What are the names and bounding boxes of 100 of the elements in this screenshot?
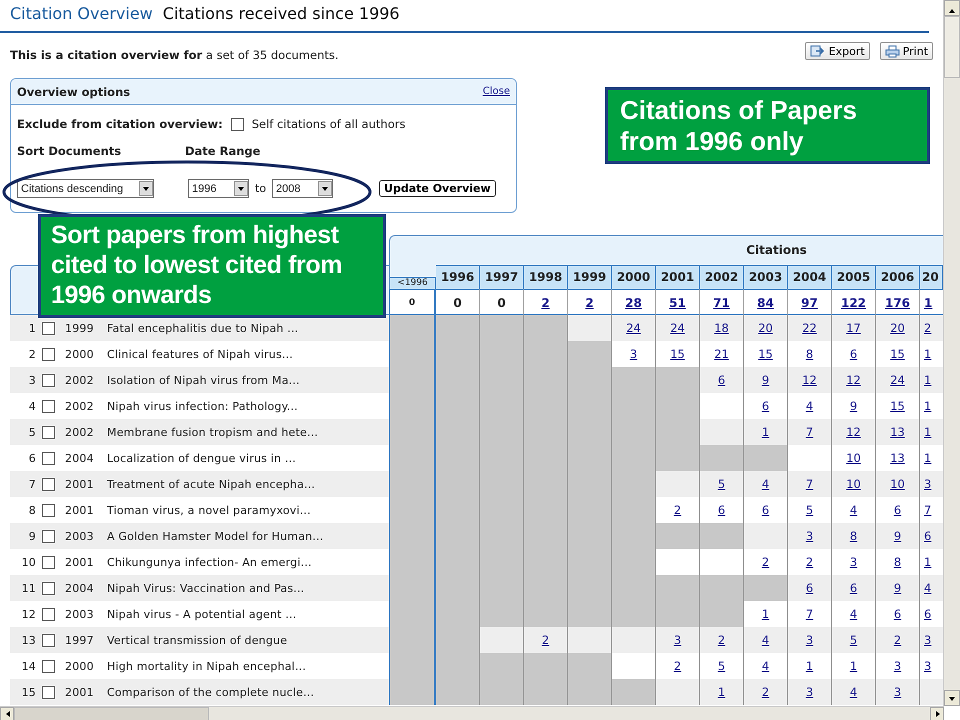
citation-count-link[interactable]: 9: [762, 373, 770, 387]
citation-count-link[interactable]: 1: [718, 685, 726, 699]
citation-count-link[interactable]: 2: [718, 633, 726, 647]
checkbox[interactable]: [42, 452, 55, 464]
total-link[interactable]: 2: [585, 296, 594, 310]
citation-count-link[interactable]: 3: [806, 685, 814, 699]
sort-dropdown[interactable]: Citations descending: [17, 179, 154, 198]
citation-count-link[interactable]: 2: [542, 633, 550, 647]
citation-count-link[interactable]: 3: [894, 685, 902, 699]
citation-count-link[interactable]: 20: [758, 321, 773, 335]
citation-count-link[interactable]: 6: [806, 581, 814, 595]
checkbox[interactable]: [42, 608, 55, 620]
citation-count-link[interactable]: 15: [758, 347, 773, 361]
citation-count-link[interactable]: 7: [806, 425, 814, 439]
citation-count-link[interactable]: 10: [846, 451, 861, 465]
citation-count-link[interactable]: 6: [762, 399, 770, 413]
citation-count-link[interactable]: 20: [890, 321, 905, 335]
citation-count-link[interactable]: 6: [894, 503, 902, 517]
citation-count-link[interactable]: 5: [718, 659, 726, 673]
citation-count-link[interactable]: 3: [674, 633, 682, 647]
citation-count-link[interactable]: 10: [846, 477, 861, 491]
citation-count-link[interactable]: 15: [890, 399, 905, 413]
citation-count-link[interactable]: 1: [924, 425, 932, 439]
scrollbar-thumb[interactable]: [14, 707, 209, 720]
citation-count-link[interactable]: 24: [626, 321, 641, 335]
citation-count-link[interactable]: 10: [890, 477, 905, 491]
citation-count-link[interactable]: 3: [630, 347, 638, 361]
citation-count-link[interactable]: 15: [890, 347, 905, 361]
citation-count-link[interactable]: 4: [850, 503, 858, 517]
citation-count-link[interactable]: 8: [806, 347, 814, 361]
citation-count-link[interactable]: 7: [806, 477, 814, 491]
citation-count-link[interactable]: 18: [714, 321, 729, 335]
citation-count-link[interactable]: 6: [718, 503, 726, 517]
citation-count-link[interactable]: 3: [850, 555, 858, 569]
citation-count-link[interactable]: 3: [806, 633, 814, 647]
update-overview-button[interactable]: Update Overview: [379, 180, 496, 197]
citation-count-link[interactable]: 5: [806, 503, 814, 517]
citation-count-link[interactable]: 1: [850, 659, 858, 673]
checkbox[interactable]: [230, 118, 244, 130]
citation-count-link[interactable]: 2: [806, 555, 814, 569]
citation-count-link[interactable]: 8: [850, 529, 858, 543]
checkbox[interactable]: [42, 686, 55, 698]
total-link[interactable]: 1: [924, 296, 932, 310]
citation-count-link[interactable]: 6: [850, 581, 858, 595]
citation-count-link[interactable]: 5: [850, 633, 858, 647]
citation-count-link[interactable]: 13: [890, 425, 905, 439]
citation-count-link[interactable]: 6: [894, 607, 902, 621]
checkbox[interactable]: [42, 556, 55, 568]
checkbox[interactable]: [42, 478, 55, 490]
scrollbar-thumb[interactable]: [944, 16, 960, 78]
citation-count-link[interactable]: 9: [850, 399, 858, 413]
checkbox[interactable]: [42, 660, 55, 672]
checkbox[interactable]: [42, 504, 55, 516]
citation-count-link[interactable]: 15: [670, 347, 685, 361]
citation-count-link[interactable]: 8: [894, 555, 902, 569]
citation-count-link[interactable]: 22: [802, 321, 817, 335]
citation-count-link[interactable]: 24: [670, 321, 685, 335]
checkbox[interactable]: [42, 374, 55, 386]
citation-count-link[interactable]: 6: [850, 347, 858, 361]
checkbox[interactable]: [42, 348, 55, 360]
citation-count-link[interactable]: 12: [846, 373, 861, 387]
citation-count-link[interactable]: 1: [924, 373, 932, 387]
citation-count-link[interactable]: 1: [806, 659, 814, 673]
vertical-scrollbar[interactable]: [943, 0, 960, 706]
export-button[interactable]: Export: [804, 42, 870, 60]
checkbox[interactable]: [42, 426, 55, 438]
citation-count-link[interactable]: 6: [924, 607, 932, 621]
to-year-dropdown[interactable]: 2008: [272, 179, 334, 198]
citation-count-link[interactable]: 6: [718, 373, 726, 387]
citation-count-link[interactable]: 4: [850, 685, 858, 699]
citation-count-link[interactable]: 4: [762, 633, 770, 647]
citation-count-link[interactable]: 1: [762, 425, 770, 439]
citation-count-link[interactable]: 12: [846, 425, 861, 439]
citation-count-link[interactable]: 1: [924, 347, 932, 361]
citation-count-link[interactable]: 2: [762, 555, 770, 569]
print-button[interactable]: Print: [880, 42, 934, 60]
citation-count-link[interactable]: 2: [924, 321, 932, 335]
citation-count-link[interactable]: 4: [762, 477, 770, 491]
citation-count-link[interactable]: 2: [894, 633, 902, 647]
citation-count-link[interactable]: 17: [846, 321, 861, 335]
citation-count-link[interactable]: 7: [806, 607, 814, 621]
citation-count-link[interactable]: 3: [806, 529, 814, 543]
total-link[interactable]: 2: [541, 296, 550, 310]
citation-count-link[interactable]: 1: [924, 555, 932, 569]
close-link[interactable]: Close: [482, 86, 510, 97]
citation-count-link[interactable]: 12: [802, 373, 817, 387]
citation-count-link[interactable]: 1: [924, 399, 932, 413]
citation-count-link[interactable]: 6: [762, 503, 770, 517]
checkbox[interactable]: [42, 582, 55, 594]
citation-count-link[interactable]: 6: [924, 529, 932, 543]
citation-count-link[interactable]: 4: [762, 659, 770, 673]
citation-count-link[interactable]: 4: [924, 581, 932, 595]
checkbox[interactable]: [42, 322, 55, 334]
horizontal-scrollbar[interactable]: [0, 706, 944, 720]
citation-count-link[interactable]: 9: [894, 529, 902, 543]
checkbox[interactable]: [42, 530, 55, 542]
citation-count-link[interactable]: 2: [674, 659, 682, 673]
citation-count-link[interactable]: 13: [890, 451, 905, 465]
citation-count-link[interactable]: 4: [850, 607, 858, 621]
citation-count-link[interactable]: 5: [718, 477, 726, 491]
